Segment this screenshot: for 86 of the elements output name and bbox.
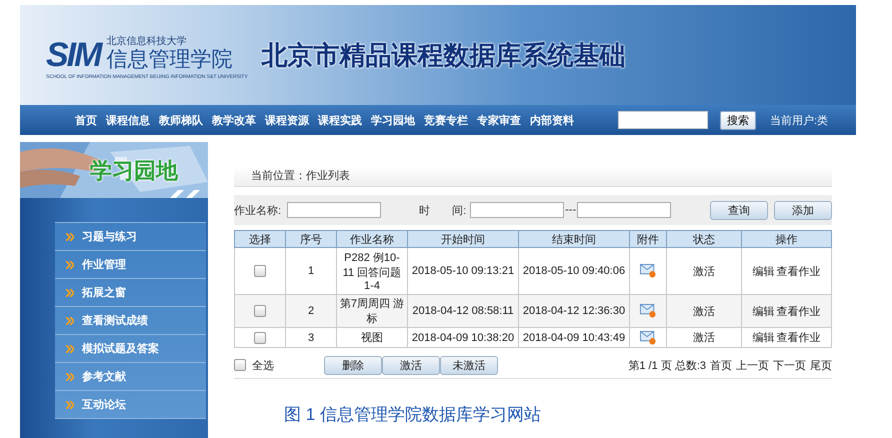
double-chevron-icon [66, 372, 74, 380]
nav-link[interactable]: 学习园地 [371, 112, 415, 128]
nav-link[interactable]: 专家审查 [477, 112, 521, 128]
pagination-link[interactable]: 尾页 [810, 358, 832, 372]
figure-caption: 图 1 信息管理学院数据库学习网站 [284, 404, 542, 426]
select-all-label: 全选 [252, 358, 274, 372]
column-header: 操作 [742, 230, 832, 248]
pagination-link[interactable]: 下一页 [773, 358, 806, 372]
bulk-action-button[interactable]: 删除 [324, 356, 382, 374]
column-header: 附件 [630, 230, 666, 248]
nav-link[interactable]: 内部资料 [530, 112, 574, 128]
page-info: 第1 /1 页 总数:3 [628, 358, 706, 372]
double-chevron-icon [66, 400, 74, 408]
start-time-field[interactable] [470, 202, 564, 218]
double-chevron-icon [66, 232, 74, 240]
sidebar-title: 学习园地 [90, 157, 178, 185]
table-cell: 激活 [693, 306, 715, 318]
range-separator: --- [565, 204, 576, 216]
table-cell: 第7周周四 游标 [340, 298, 404, 325]
table-cell: 2 [308, 305, 314, 317]
table-cell: 视图 [361, 332, 383, 344]
row-checkbox[interactable] [254, 265, 266, 278]
mail-icon [640, 304, 656, 318]
row-checkbox[interactable] [254, 305, 266, 318]
university-name: 北京信息科技大学 [106, 36, 188, 48]
nav-link[interactable]: 课程实践 [318, 112, 362, 128]
table-cell: 2018-04-09 10:38:20 [412, 332, 514, 344]
table-cell: 2018-04-09 10:43:49 [522, 332, 626, 344]
mail-icon [640, 264, 656, 278]
double-chevron-icon [66, 344, 74, 352]
filter-button[interactable]: 查询 [710, 200, 768, 220]
double-chevron-icon [66, 316, 74, 324]
table-cell: 2018-05-10 09:13:21 [412, 265, 514, 277]
action-link[interactable]: 编辑 [752, 266, 774, 278]
filter-button[interactable]: 添加 [774, 200, 832, 220]
pagination-link[interactable]: 首页 [710, 358, 732, 372]
column-header: 状态 [666, 230, 742, 248]
nav-link[interactable]: 课程资源 [265, 112, 309, 128]
sidebar-item[interactable]: 模拟试题及答案 [55, 335, 206, 363]
table-cell: 激活 [693, 266, 715, 278]
nav-link[interactable]: 首页 [75, 112, 97, 128]
name-label: 作业名称: [234, 204, 282, 218]
action-link[interactable]: 查看作业 [776, 266, 820, 278]
column-header: 结束时间 [518, 230, 630, 248]
double-chevron-icon [66, 288, 74, 296]
search-field[interactable] [618, 111, 708, 129]
sidebar-item[interactable]: 互动论坛 [55, 391, 206, 419]
row-checkbox[interactable] [254, 332, 266, 344]
table-cell: 3 [308, 332, 314, 344]
action-link[interactable]: 编辑 [752, 306, 774, 318]
bulk-action-button[interactable]: 未激活 [440, 356, 498, 374]
end-time-field[interactable] [577, 202, 672, 218]
site-title: 北京市精品课程数据库系统基础 [262, 38, 626, 72]
column-header: 选择 [234, 230, 286, 248]
bulk-action-button[interactable]: 激活 [382, 356, 440, 374]
mail-icon [640, 330, 656, 344]
nav-link[interactable]: 教师梯队 [159, 112, 203, 128]
table-cell: 2018-04-12 12:36:30 [522, 305, 626, 317]
table-cell: P282 例10-11 回答问题1-4 [342, 252, 402, 292]
sidebar-item[interactable]: 查看测试成绩 [55, 307, 206, 335]
column-header: 序号 [286, 230, 336, 248]
name-field[interactable] [287, 202, 382, 218]
sidebar-item[interactable]: 参考文献 [55, 363, 206, 391]
double-chevron-icon [66, 260, 74, 268]
nav-link[interactable]: 竞赛专栏 [424, 112, 468, 128]
action-link[interactable]: 编辑 [752, 332, 774, 344]
table-cell: 2018-05-10 09:40:06 [522, 265, 626, 277]
action-link[interactable]: 查看作业 [776, 306, 820, 318]
nav-link[interactable]: 教学改革 [212, 112, 256, 128]
sidebar-item[interactable]: 拓展之窗 [55, 279, 206, 307]
school-name: 信息管理学院 [106, 48, 232, 72]
select-all-checkbox[interactable] [234, 359, 246, 371]
sidebar-item[interactable]: 习题与练习 [55, 223, 206, 251]
table-cell: 1 [308, 265, 314, 277]
logo-mark: SIM [46, 38, 100, 72]
column-header: 开始时间 [408, 230, 518, 248]
sidebar-item[interactable]: 作业管理 [55, 251, 206, 279]
time-label: 时 间: [419, 204, 466, 218]
table-cell: 激活 [693, 332, 715, 344]
nav-link[interactable]: 课程信息 [106, 112, 150, 128]
column-header: 作业名称 [336, 230, 408, 248]
search-button[interactable]: 搜索 [720, 110, 756, 130]
pagination-link[interactable]: 上一页 [736, 358, 769, 372]
table-cell: 2018-04-12 08:58:11 [412, 305, 514, 317]
current-user-label: 当前用户:类 [770, 114, 828, 128]
action-link[interactable]: 查看作业 [776, 332, 820, 344]
